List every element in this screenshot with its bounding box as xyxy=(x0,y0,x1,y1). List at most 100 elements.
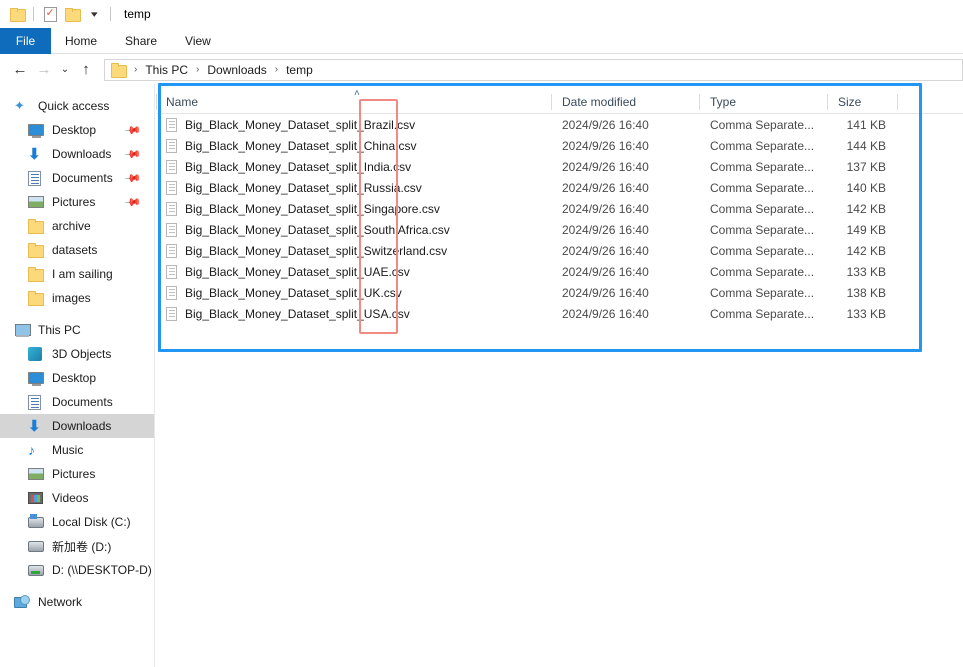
properties-icon[interactable] xyxy=(39,3,61,25)
table-row[interactable]: Big_Black_Money_Dataset_split_Brazil.csv… xyxy=(156,114,963,135)
ribbon-tab-bar: File Home Share View xyxy=(0,28,963,54)
csv-file-icon xyxy=(166,264,177,279)
file-date-modified: 2024/9/26 16:40 xyxy=(562,117,649,132)
sidebar-item-pictures-qa[interactable]: Pictures 📌 xyxy=(0,190,154,214)
table-row[interactable]: Big_Black_Money_Dataset_split_India.csv … xyxy=(156,156,963,177)
sidebar-item-label: Music xyxy=(52,443,84,457)
back-button[interactable]: ← xyxy=(8,58,32,82)
sidebar-item-label: D: (\\DESKTOP-D) (H xyxy=(52,563,154,577)
sidebar-item-new-volume-d[interactable]: 新加卷 (D:) xyxy=(0,534,154,558)
breadcrumb-item-this-pc[interactable]: This PC xyxy=(143,63,190,77)
tab-view[interactable]: View xyxy=(171,28,225,54)
pin-icon[interactable]: 📌 xyxy=(124,121,143,139)
recent-locations-icon[interactable]: ⌄ xyxy=(56,58,74,82)
file-type: Comma Separate... xyxy=(710,306,815,321)
navigation-pane[interactable]: ✦ Quick access Desktop 📌 ⬇ Downloads 📌 D… xyxy=(0,84,155,667)
file-name: Big_Black_Money_Dataset_split_India.csv xyxy=(185,159,412,174)
picture-icon xyxy=(28,466,46,482)
file-name: Big_Black_Money_Dataset_split_UAE.csv xyxy=(185,264,410,279)
table-row[interactable]: Big_Black_Money_Dataset_split_Singapore.… xyxy=(156,198,963,219)
sidebar-item-documents-qa[interactable]: Documents 📌 xyxy=(0,166,154,190)
sidebar-group-quick-access[interactable]: ✦ Quick access xyxy=(0,94,154,118)
file-type: Comma Separate... xyxy=(710,243,815,258)
breadcrumb-separator-1: › xyxy=(196,64,200,75)
folder-icon xyxy=(28,290,46,306)
csv-file-icon xyxy=(166,222,177,237)
sidebar-item-label: Pictures xyxy=(52,195,96,209)
new-folder-icon[interactable] xyxy=(61,3,83,25)
breadcrumb-item-temp[interactable]: temp xyxy=(284,63,315,77)
sidebar-item-images[interactable]: images xyxy=(0,286,154,310)
folder-icon xyxy=(28,242,46,258)
file-size: 133 KB xyxy=(846,306,886,321)
sidebar-item-downloads-qa[interactable]: ⬇ Downloads 📌 xyxy=(0,142,154,166)
system-disk-icon xyxy=(28,513,46,530)
table-row[interactable]: Big_Black_Money_Dataset_split_Russia.csv… xyxy=(156,177,963,198)
sidebar-item-local-disk-c[interactable]: Local Disk (C:) xyxy=(0,510,154,534)
file-type: Comma Separate... xyxy=(710,138,815,153)
pin-icon[interactable]: 📌 xyxy=(124,145,143,163)
sidebar-item-music[interactable]: ♪ Music xyxy=(0,438,154,462)
sidebar-group-network[interactable]: Network xyxy=(0,590,154,614)
folder-icon xyxy=(28,218,46,234)
sidebar-item-documents-pc[interactable]: Documents xyxy=(0,390,154,414)
file-date-modified: 2024/9/26 16:40 xyxy=(562,306,649,321)
quick-access-toolbar: ▾ temp xyxy=(0,0,151,28)
tab-home[interactable]: Home xyxy=(51,28,111,54)
pin-icon[interactable]: 📌 xyxy=(124,193,143,211)
csv-file-icon xyxy=(166,306,177,321)
table-row[interactable]: Big_Black_Money_Dataset_split_South Afri… xyxy=(156,219,963,240)
sidebar-item-desktop-pc[interactable]: Desktop xyxy=(0,366,154,390)
table-row[interactable]: Big_Black_Money_Dataset_split_UAE.csv 20… xyxy=(156,261,963,282)
sidebar-item-datasets[interactable]: datasets xyxy=(0,238,154,262)
toolbar-divider xyxy=(33,7,34,21)
sidebar-item-archive[interactable]: archive xyxy=(0,214,154,238)
table-row[interactable]: Big_Black_Money_Dataset_split_USA.csv 20… xyxy=(156,303,963,324)
sidebar-item-label: Desktop xyxy=(52,371,97,385)
csv-file-icon xyxy=(166,159,177,174)
monitor-icon xyxy=(28,122,46,138)
file-name: Big_Black_Money_Dataset_split_Switzerlan… xyxy=(185,243,448,258)
column-header-size[interactable]: Size xyxy=(828,91,898,113)
folder-icon xyxy=(28,266,46,282)
breadcrumb[interactable]: › This PC › Downloads › temp xyxy=(104,58,963,81)
sidebar-item-pictures-pc[interactable]: Pictures xyxy=(0,462,154,486)
computer-icon xyxy=(14,322,32,338)
tab-file[interactable]: File xyxy=(0,28,51,54)
breadcrumb-item-downloads[interactable]: Downloads xyxy=(205,63,268,77)
sidebar-group-this-pc[interactable]: This PC xyxy=(0,318,154,342)
up-button[interactable]: ↑ xyxy=(74,58,98,82)
folder-icon[interactable] xyxy=(6,3,28,25)
table-row[interactable]: Big_Black_Money_Dataset_split_China.csv … xyxy=(156,135,963,156)
pin-icon[interactable]: 📌 xyxy=(124,169,143,187)
column-header-date-modified[interactable]: Date modified xyxy=(552,91,700,113)
file-date-modified: 2024/9/26 16:40 xyxy=(562,285,649,300)
forward-button[interactable]: → xyxy=(32,58,56,82)
3d-objects-icon xyxy=(28,346,46,362)
file-type: Comma Separate... xyxy=(710,159,815,174)
chevron-down-icon[interactable]: ▾ xyxy=(83,3,105,25)
sidebar-item-downloads-pc[interactable]: ⬇ Downloads xyxy=(0,414,154,438)
table-row[interactable]: Big_Black_Money_Dataset_split_Switzerlan… xyxy=(156,240,963,261)
file-date-modified: 2024/9/26 16:40 xyxy=(562,201,649,216)
sidebar-item-network-drive-h[interactable]: D: (\\DESKTOP-D) (H xyxy=(0,558,154,582)
table-row[interactable]: Big_Black_Money_Dataset_split_UK.csv 202… xyxy=(156,282,963,303)
sidebar-item-label: Desktop xyxy=(52,123,97,137)
sidebar-group-label: Quick access xyxy=(38,99,110,113)
column-header-type[interactable]: Type xyxy=(700,91,828,113)
document-icon xyxy=(28,394,46,410)
file-date-modified: 2024/9/26 16:40 xyxy=(562,159,649,174)
toolbar-divider-2 xyxy=(110,7,111,21)
download-arrow-icon: ⬇ xyxy=(28,417,41,435)
sidebar-group-label: This PC xyxy=(38,323,81,337)
sidebar-item-desktop[interactable]: Desktop 📌 xyxy=(0,118,154,142)
file-date-modified: 2024/9/26 16:40 xyxy=(562,180,649,195)
tab-share[interactable]: Share xyxy=(111,28,171,54)
sidebar-item-videos[interactable]: Videos xyxy=(0,486,154,510)
sidebar-item-3d-objects[interactable]: 3D Objects xyxy=(0,342,154,366)
csv-file-icon xyxy=(166,201,177,216)
file-size: 141 KB xyxy=(846,117,886,132)
sidebar-item-i-am-sailing[interactable]: I am sailing xyxy=(0,262,154,286)
music-note-icon: ♪ xyxy=(28,442,35,458)
picture-icon xyxy=(28,194,46,210)
